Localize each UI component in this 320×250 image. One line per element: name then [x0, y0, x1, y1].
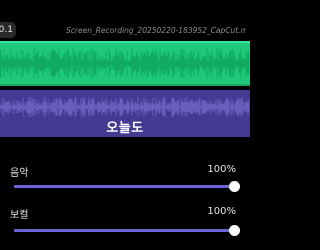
music-slider-fill [14, 185, 234, 188]
file-name: Screen_Recording_20250220-183952_CapCut.… [66, 26, 246, 35]
music-slider-thumb[interactable] [229, 181, 240, 192]
editor-screen: 0.1 Screen_Recording_20250220-183952_Cap… [0, 0, 250, 250]
vocal-label: 보컬 [10, 210, 29, 221]
time-indicator: 0.1 [0, 22, 16, 38]
vocal-slider-thumb[interactable] [229, 225, 240, 236]
vocal-value: 100% [207, 206, 236, 217]
music-value: 100% [207, 164, 236, 175]
vocal-volume-slider[interactable] [14, 225, 240, 236]
audio-track-title: 오늘도 [106, 121, 144, 136]
video-track[interactable] [0, 41, 250, 86]
music-label: 음악 [10, 168, 29, 179]
music-volume-slider[interactable] [14, 181, 240, 192]
video-waveform [0, 48, 250, 79]
vocal-slider-fill [14, 229, 234, 232]
